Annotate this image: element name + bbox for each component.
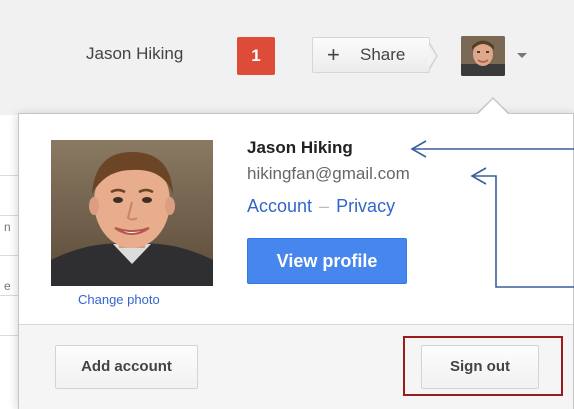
sign-out-highlight: [403, 336, 563, 396]
link-separator: –: [319, 196, 330, 216]
avatar[interactable]: [461, 36, 505, 76]
background-divider: [0, 175, 18, 176]
plus-icon: +: [327, 42, 340, 67]
account-links: Account – Privacy: [247, 196, 395, 217]
popup-notch-inner: [478, 99, 508, 114]
background-divider: [0, 295, 18, 296]
share-arrow-tip-inner: [428, 43, 436, 69]
add-account-button[interactable]: Add account: [55, 345, 198, 389]
account-link[interactable]: Account: [247, 196, 312, 216]
profile-photo-icon: [51, 140, 213, 286]
avatar-photo-icon: [461, 36, 505, 76]
share-button[interactable]: + Share: [312, 37, 430, 73]
background-divider: [0, 215, 18, 216]
background-divider: [0, 335, 18, 336]
privacy-link[interactable]: Privacy: [336, 196, 395, 216]
change-photo-link[interactable]: Change photo: [78, 292, 160, 307]
share-label: Share: [360, 45, 406, 64]
account-email: hikingfan@gmail.com: [247, 164, 410, 183]
background-divider: [0, 255, 18, 256]
view-profile-button[interactable]: View profile: [247, 238, 407, 284]
chevron-down-icon[interactable]: [517, 53, 527, 58]
notification-badge[interactable]: 1: [237, 37, 275, 75]
account-name: Jason Hiking: [247, 138, 353, 157]
background-text-fragment: e: [4, 279, 11, 293]
background-page: n e: [0, 115, 18, 409]
header-user-name[interactable]: Jason Hiking: [86, 44, 183, 64]
profile-photo[interactable]: [51, 140, 213, 286]
background-text-fragment: n: [4, 220, 11, 234]
